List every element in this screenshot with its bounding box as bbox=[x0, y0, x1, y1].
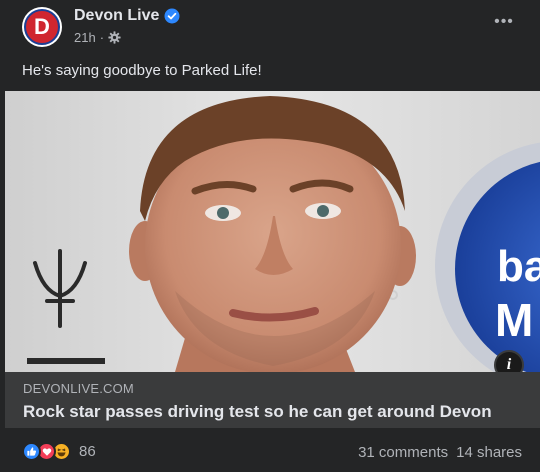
page-name-row: Devon Live bbox=[74, 7, 180, 25]
link-title: Rock star passes driving test so he can … bbox=[23, 402, 492, 421]
post-caption: He's saying goodbye to Parked Life! bbox=[22, 62, 262, 79]
svg-text:ba: ba bbox=[497, 242, 540, 291]
page-avatar[interactable]: D bbox=[22, 7, 62, 47]
like-icon bbox=[22, 442, 41, 461]
link-preview[interactable]: DEVONLIVE.COM Rock star passes driving t… bbox=[5, 372, 540, 428]
gear-icon[interactable] bbox=[108, 31, 121, 44]
post-timestamp[interactable]: 21h bbox=[74, 30, 96, 45]
post-card: D Devon Live 21h · ••• He's saying goodb… bbox=[0, 0, 540, 472]
devon-live-logo: D bbox=[24, 9, 60, 45]
post-image[interactable]: ba M i bbox=[5, 91, 540, 372]
portrait-photo: ba M bbox=[5, 91, 540, 372]
shares-count[interactable]: 14 shares bbox=[456, 444, 522, 461]
meta-separator: · bbox=[99, 30, 105, 45]
post-footer: 86 31 comments 14 shares bbox=[0, 436, 540, 472]
info-icon-glyph: i bbox=[506, 356, 512, 372]
more-options-icon[interactable]: ••• bbox=[490, 12, 518, 32]
avatar-letter: D bbox=[34, 14, 50, 39]
page-name[interactable]: Devon Live bbox=[74, 7, 159, 25]
comments-count[interactable]: 31 comments bbox=[358, 444, 448, 461]
post-header: D Devon Live 21h · ••• bbox=[0, 0, 540, 56]
link-domain: DEVONLIVE.COM bbox=[23, 381, 134, 396]
verified-badge-icon bbox=[164, 8, 180, 24]
reaction-count: 86 bbox=[79, 443, 96, 460]
engagement-stats: 31 comments 14 shares bbox=[358, 444, 522, 461]
post-meta: 21h · bbox=[74, 30, 121, 45]
reactions-summary[interactable]: 86 bbox=[22, 442, 96, 461]
info-icon[interactable]: i bbox=[494, 350, 524, 372]
svg-text:M: M bbox=[495, 294, 533, 346]
